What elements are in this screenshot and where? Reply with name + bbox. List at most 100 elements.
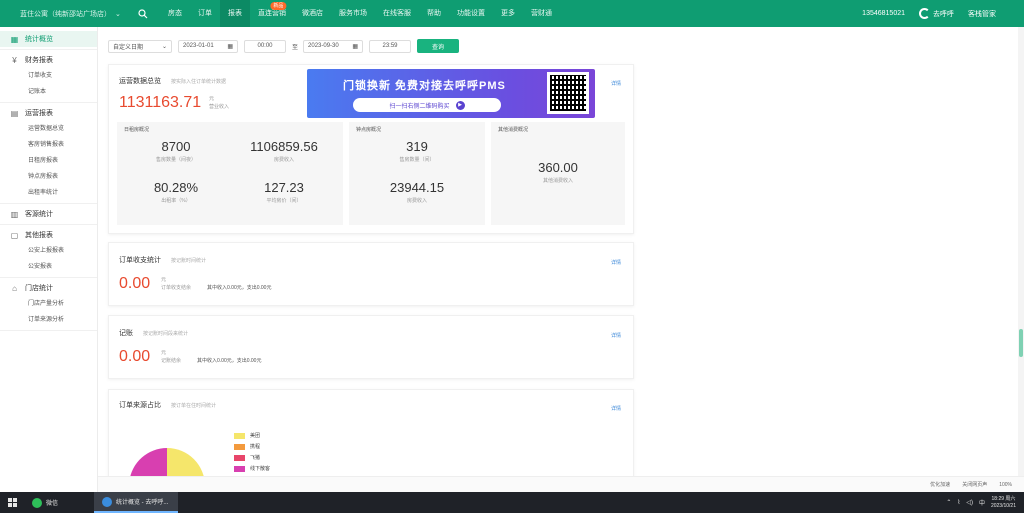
main-nav: 房态 订单 报表 直连营销 新品 微酒店 服务市场 在线客服 帮助 功能设置 更多 营财通 <box>160 0 560 27</box>
app-icon <box>32 497 42 508</box>
sidebar-group[interactable]: ¥ 财务报表 <box>0 52 97 68</box>
nav-item-label: 帮助 <box>427 10 441 17</box>
clock[interactable]: 18:29 周六 2023/10/21 <box>991 496 1016 510</box>
arrow-right-icon: ▶ <box>455 100 465 110</box>
promo-scan-button[interactable]: 扫一扫右侧二维码购买 ▶ <box>353 98 501 112</box>
other-consumption-panel: 其他消费概况 360.00 其他消费收入 <box>491 122 625 225</box>
nav-item[interactable]: 营财通 <box>523 0 560 27</box>
nav-item[interactable]: 更多 <box>493 0 523 27</box>
sidebar-item[interactable]: 日租房报表 <box>0 153 97 169</box>
user-menu[interactable]: 客栈管家 <box>968 9 996 19</box>
range-select-value: 自定义日期 <box>113 44 144 51</box>
sidebar-item[interactable]: 钟点房报表 <box>0 169 97 185</box>
sidebar-item[interactable]: 出租率统计 <box>0 185 97 201</box>
main-content: 自定义日期 ⌄ 2023-01-01 ▦ 00:00 至 2023-09-30 … <box>98 27 1024 510</box>
daily-metric-label: 出租率（%） <box>161 198 191 204</box>
nav-item[interactable]: 在线客服 <box>375 0 419 27</box>
chevron-up-icon[interactable]: ⌃ <box>946 499 951 506</box>
query-button[interactable]: 查询 <box>417 39 460 53</box>
source-detail-link[interactable]: 详情 <box>611 405 621 412</box>
sidebar-group-label: 客源统计 <box>25 211 53 218</box>
date-filter: 自定义日期 ⌄ 2023-01-01 ▦ 00:00 至 2023-09-30 … <box>108 39 460 53</box>
sidebar-item[interactable]: 运营数据总览 <box>0 121 97 137</box>
close-sound-button[interactable]: 关闭网页声 <box>962 481 987 488</box>
nav-item-label: 功能设置 <box>457 10 485 17</box>
nav-item[interactable]: 订单 <box>190 0 220 27</box>
date-separator: 至 <box>292 44 299 51</box>
legend-item[interactable]: 美团 <box>234 430 270 441</box>
ops-total-meta: 元 营业收入 <box>209 95 229 111</box>
daily-metric-value: 8700 <box>161 139 191 154</box>
sidebar-group[interactable]: ⌂ 门店统计 <box>0 280 97 296</box>
sidebar-item[interactable]: 记账本 <box>0 84 97 100</box>
ledger-detail-link[interactable]: 详情 <box>611 332 621 339</box>
hourly-metric: 23944.15 房费收入 <box>362 180 472 204</box>
sidebar-item[interactable]: 公安报表 <box>0 259 97 275</box>
daily-metric: 8700 售房数量（间夜） <box>121 139 231 163</box>
nav-item-label: 报表 <box>228 10 242 17</box>
order-unit: 元 <box>161 277 167 283</box>
volume-icon[interactable]: ◁) <box>966 499 973 506</box>
doc-icon: ▢ <box>10 230 19 240</box>
network-icon[interactable]: ⌇ <box>957 499 960 506</box>
ledger-amount-meta: 元 记账结余 <box>161 349 181 365</box>
ops-overview-card: 运营数据总览 按实际入住订单统计数据 详情 1131163.71 元 营业收入 … <box>108 64 634 234</box>
sidebar-group[interactable]: ▤ 运营报表 <box>0 105 97 121</box>
sidebar-group[interactable]: ▢ 其他报表 <box>0 227 97 243</box>
ime-indicator[interactable]: 中 <box>979 498 985 507</box>
brand[interactable]: 去呼呼 <box>919 8 954 19</box>
sidebar-group[interactable]: ▥ 客源统计 <box>0 206 97 222</box>
legend-item[interactable]: 飞猪 <box>234 452 270 463</box>
daily-metric-value: 80.28% <box>153 180 199 195</box>
new-badge: 新品 <box>270 2 287 10</box>
start-button[interactable] <box>0 498 24 507</box>
system-tray: ⌃ ⌇ ◁) 中 18:29 周六 2023/10/21 <box>946 496 1024 510</box>
hourly-panel-title: 钟点房概况 <box>356 127 382 133</box>
end-date-input[interactable]: 2023-09-30 ▦ <box>303 39 364 53</box>
sidebar-item[interactable]: 订单来源分析 <box>0 312 97 328</box>
nav-item[interactable]: 帮助 <box>419 0 449 27</box>
sidebar-group[interactable]: ▦ 统计概览 <box>0 31 97 47</box>
sidebar-item[interactable]: 公安上报报表 <box>0 243 97 259</box>
nav-item[interactable]: 报表 <box>220 0 250 27</box>
order-detail-link[interactable]: 详情 <box>611 259 621 266</box>
promo-banner[interactable]: 门锁换新 免费对接去呼呼PMS 扫一扫右侧二维码购买 ▶ <box>307 69 595 118</box>
taskbar-app[interactable]: 微信 <box>24 492 94 513</box>
legend-item[interactable]: 携程 <box>234 441 270 452</box>
zoom-level[interactable]: 100% <box>999 482 1012 488</box>
optimize-button[interactable]: 优化加速 <box>930 481 950 488</box>
order-label: 订单收支结余 <box>161 285 192 291</box>
scrollbar-thumb[interactable] <box>1019 329 1023 357</box>
start-date-input[interactable]: 2023-01-01 ▦ <box>178 39 238 53</box>
range-select[interactable]: 自定义日期 ⌄ <box>108 39 172 53</box>
store-selector[interactable]: 蓝住公寓（纯新邵站广场店） ⌄ <box>20 9 128 19</box>
sidebar-item[interactable]: 订单收支 <box>0 68 97 84</box>
taskbar-app[interactable]: 统计概览 - 去呼呼... <box>94 492 178 513</box>
search-icon[interactable] <box>134 5 152 23</box>
ops-detail-link[interactable]: 详情 <box>611 80 621 87</box>
nav-item-label: 更多 <box>501 10 515 17</box>
nav-item[interactable]: 功能设置 <box>449 0 493 27</box>
legend-label: 携程 <box>250 444 261 450</box>
sidebar-group-label: 运营报表 <box>25 110 53 117</box>
start-time-input[interactable]: 00:00 <box>244 39 286 53</box>
scrollbar[interactable] <box>1018 27 1024 492</box>
sidebar-group-label: 财务报表 <box>25 57 53 64</box>
nav-item[interactable]: 房态 <box>160 0 190 27</box>
nav-item-label: 营财通 <box>531 10 552 17</box>
app-icon <box>102 496 112 507</box>
brand-logo-icon <box>919 8 930 19</box>
sidebar-item[interactable]: 门店产量分析 <box>0 296 97 312</box>
sidebar-item[interactable]: 客房销售报表 <box>0 137 97 153</box>
daily-metric-label: 平均房价（间） <box>266 198 302 204</box>
chart-icon: ▤ <box>10 108 19 118</box>
nav-item[interactable]: 服务市场 <box>331 0 375 27</box>
nav-item[interactable]: 直连营销 新品 <box>250 0 294 27</box>
legend-item[interactable]: 线下散客 <box>234 463 270 474</box>
order-card-header: 订单收支统计 按记账时间统计 <box>119 255 206 265</box>
brand-name: 去呼呼 <box>933 10 954 18</box>
nav-item-label: 直连营销 <box>258 10 286 17</box>
nav-item-label: 服务市场 <box>339 10 367 17</box>
end-time-input[interactable]: 23:59 <box>369 39 412 53</box>
nav-item[interactable]: 微酒店 <box>294 0 331 27</box>
